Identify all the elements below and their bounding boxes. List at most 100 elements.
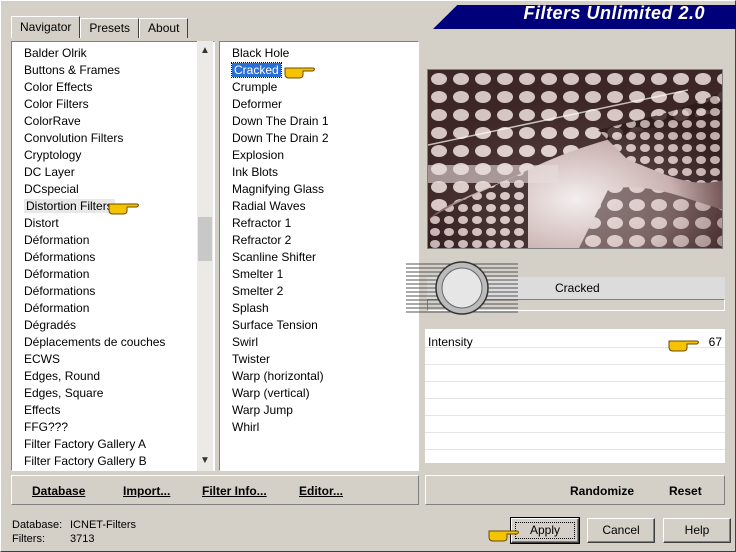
filter-item[interactable]: Deformer: [220, 96, 418, 113]
filter-item-label: Cracked: [231, 62, 282, 78]
category-item-label: Dégradés: [24, 318, 77, 332]
apply-button-label: Apply: [512, 519, 578, 542]
category-item-label: Filter Factory Gallery B: [24, 454, 147, 468]
filter-item[interactable]: Whirl: [220, 419, 418, 436]
filter-item[interactable]: Warp (vertical): [220, 385, 418, 402]
tab-about[interactable]: About: [139, 18, 189, 38]
category-item[interactable]: FFG???: [12, 419, 214, 436]
category-item[interactable]: Déformation: [12, 232, 214, 249]
category-item[interactable]: Color Effects: [12, 79, 214, 96]
chevron-up-icon[interactable]: ▲: [197, 43, 213, 59]
filter-item[interactable]: Refractor 1: [220, 215, 418, 232]
category-item[interactable]: Filter Factory Gallery A: [12, 436, 214, 453]
tab-presets[interactable]: Presets: [80, 18, 140, 38]
category-item[interactable]: Filter Factory Gallery B: [12, 453, 214, 470]
category-item[interactable]: Edges, Round: [12, 368, 214, 385]
filter-item-label: Swirl: [232, 335, 258, 349]
scroll-thumb[interactable]: [198, 217, 212, 261]
category-item-label: Edges, Square: [24, 386, 104, 400]
category-item[interactable]: Color Filters: [12, 96, 214, 113]
category-item[interactable]: ECWS: [12, 351, 214, 368]
category-item[interactable]: Filter Factory Gallery C: [12, 470, 214, 471]
category-item-label: Edges, Round: [24, 369, 101, 383]
reset-button[interactable]: Reset: [669, 484, 702, 498]
filter-info-button[interactable]: Filter Info...: [202, 484, 267, 498]
category-item[interactable]: Déformations: [12, 283, 214, 300]
preview-image[interactable]: [427, 69, 723, 249]
filter-item[interactable]: Black Hole: [220, 45, 418, 62]
filter-item[interactable]: Down The Drain 1: [220, 113, 418, 130]
import-button[interactable]: Import...: [123, 484, 170, 498]
filter-item-label: Warp (vertical): [232, 386, 310, 400]
pointing-hand-icon: [668, 340, 699, 352]
category-item-label: Effects: [24, 403, 61, 417]
category-item-label: Déformations: [24, 284, 96, 298]
category-item-label: Déformation: [24, 301, 90, 315]
category-list[interactable]: Balder Olrik Buttons & Frames Color Effect…: [11, 41, 215, 471]
filter-item-label: Warp (horizontal): [232, 369, 324, 383]
window-title: Filters Unlimited 2.0: [523, 3, 705, 23]
filter-item[interactable]: Warp Jump: [220, 402, 418, 419]
filter-list[interactable]: Black Hole Cracked Crumple Deformer Down The…: [219, 41, 419, 471]
category-scrollbar[interactable]: ▲ ▼: [197, 41, 213, 471]
param-label: Intensity: [428, 335, 473, 349]
filter-item-label: Black Hole: [232, 46, 290, 60]
filter-item[interactable]: Radial Waves: [220, 198, 418, 215]
category-item-label: DC Layer: [24, 165, 75, 179]
category-item[interactable]: ColorRave: [12, 113, 214, 130]
filter-item[interactable]: Scanline Shifter: [220, 249, 418, 266]
category-item-label: ColorRave: [24, 114, 81, 128]
filter-item[interactable]: Ink Blots: [220, 164, 418, 181]
randomize-button[interactable]: Randomize: [570, 484, 634, 498]
tab-navigator[interactable]: Navigator: [11, 16, 81, 38]
category-item-label: Distortion Filters: [24, 199, 115, 213]
category-item[interactable]: Buttons & Frames: [12, 62, 214, 79]
filter-item-label: Explosion: [232, 148, 285, 162]
category-item[interactable]: DCspecial: [12, 181, 214, 198]
category-item-label: FFG???: [24, 420, 69, 434]
database-toolbar: Database Import... Filter Info... Editor…: [11, 475, 419, 505]
category-item[interactable]: Déformation: [12, 266, 214, 283]
category-item-label: Distort: [24, 216, 59, 230]
category-item[interactable]: Balder Olrik: [12, 45, 214, 62]
filter-item-label: Smelter 1: [232, 267, 284, 281]
filter-item-label: Down The Drain 1: [232, 114, 329, 128]
apply-button[interactable]: Apply: [510, 517, 580, 544]
pointing-hand-icon: [488, 530, 519, 542]
filter-item[interactable]: Cracked: [220, 62, 418, 79]
filter-item[interactable]: Explosion: [220, 147, 418, 164]
filter-item-label: Refractor 2: [232, 233, 292, 247]
filter-item[interactable]: Swirl: [220, 334, 418, 351]
database-button[interactable]: Database: [32, 484, 85, 498]
editor-button[interactable]: Editor...: [299, 484, 343, 498]
category-item[interactable]: Distort: [12, 215, 214, 232]
category-item[interactable]: DC Layer: [12, 164, 214, 181]
category-item[interactable]: Déformation: [12, 300, 214, 317]
pointing-hand-icon: [284, 67, 315, 79]
chevron-down-icon[interactable]: ▼: [197, 453, 213, 469]
category-item[interactable]: Convolution Filters: [12, 130, 214, 147]
help-button[interactable]: Help: [663, 518, 731, 543]
filter-item[interactable]: Refractor 2: [220, 232, 418, 249]
filter-item[interactable]: Smelter 2: [220, 283, 418, 300]
category-item[interactable]: Edges, Square: [12, 385, 214, 402]
category-item[interactable]: Dégradés: [12, 317, 214, 334]
filter-item[interactable]: Smelter 1: [220, 266, 418, 283]
filters-unlimited-window: Filters Unlimited 2.0 Navigator Presets …: [0, 0, 736, 552]
category-item[interactable]: Cryptology: [12, 147, 214, 164]
param-row-empty: [425, 416, 725, 433]
cancel-button[interactable]: Cancel: [587, 518, 655, 543]
filters-count-value: 3713: [70, 533, 95, 545]
filter-item[interactable]: Surface Tension: [220, 317, 418, 334]
filter-item[interactable]: Splash: [220, 300, 418, 317]
filter-item[interactable]: Crumple: [220, 79, 418, 96]
category-item[interactable]: Déformations: [12, 249, 214, 266]
filter-item[interactable]: Down The Drain 2: [220, 130, 418, 147]
category-item-label: Color Effects: [24, 80, 93, 94]
filter-item[interactable]: Magnifying Glass: [220, 181, 418, 198]
filter-item[interactable]: Warp (horizontal): [220, 368, 418, 385]
filter-item[interactable]: Twister: [220, 351, 418, 368]
category-item[interactable]: Effects: [12, 402, 214, 419]
pointing-hand-icon: [108, 203, 139, 215]
category-item[interactable]: Déplacements de couches: [12, 334, 214, 351]
